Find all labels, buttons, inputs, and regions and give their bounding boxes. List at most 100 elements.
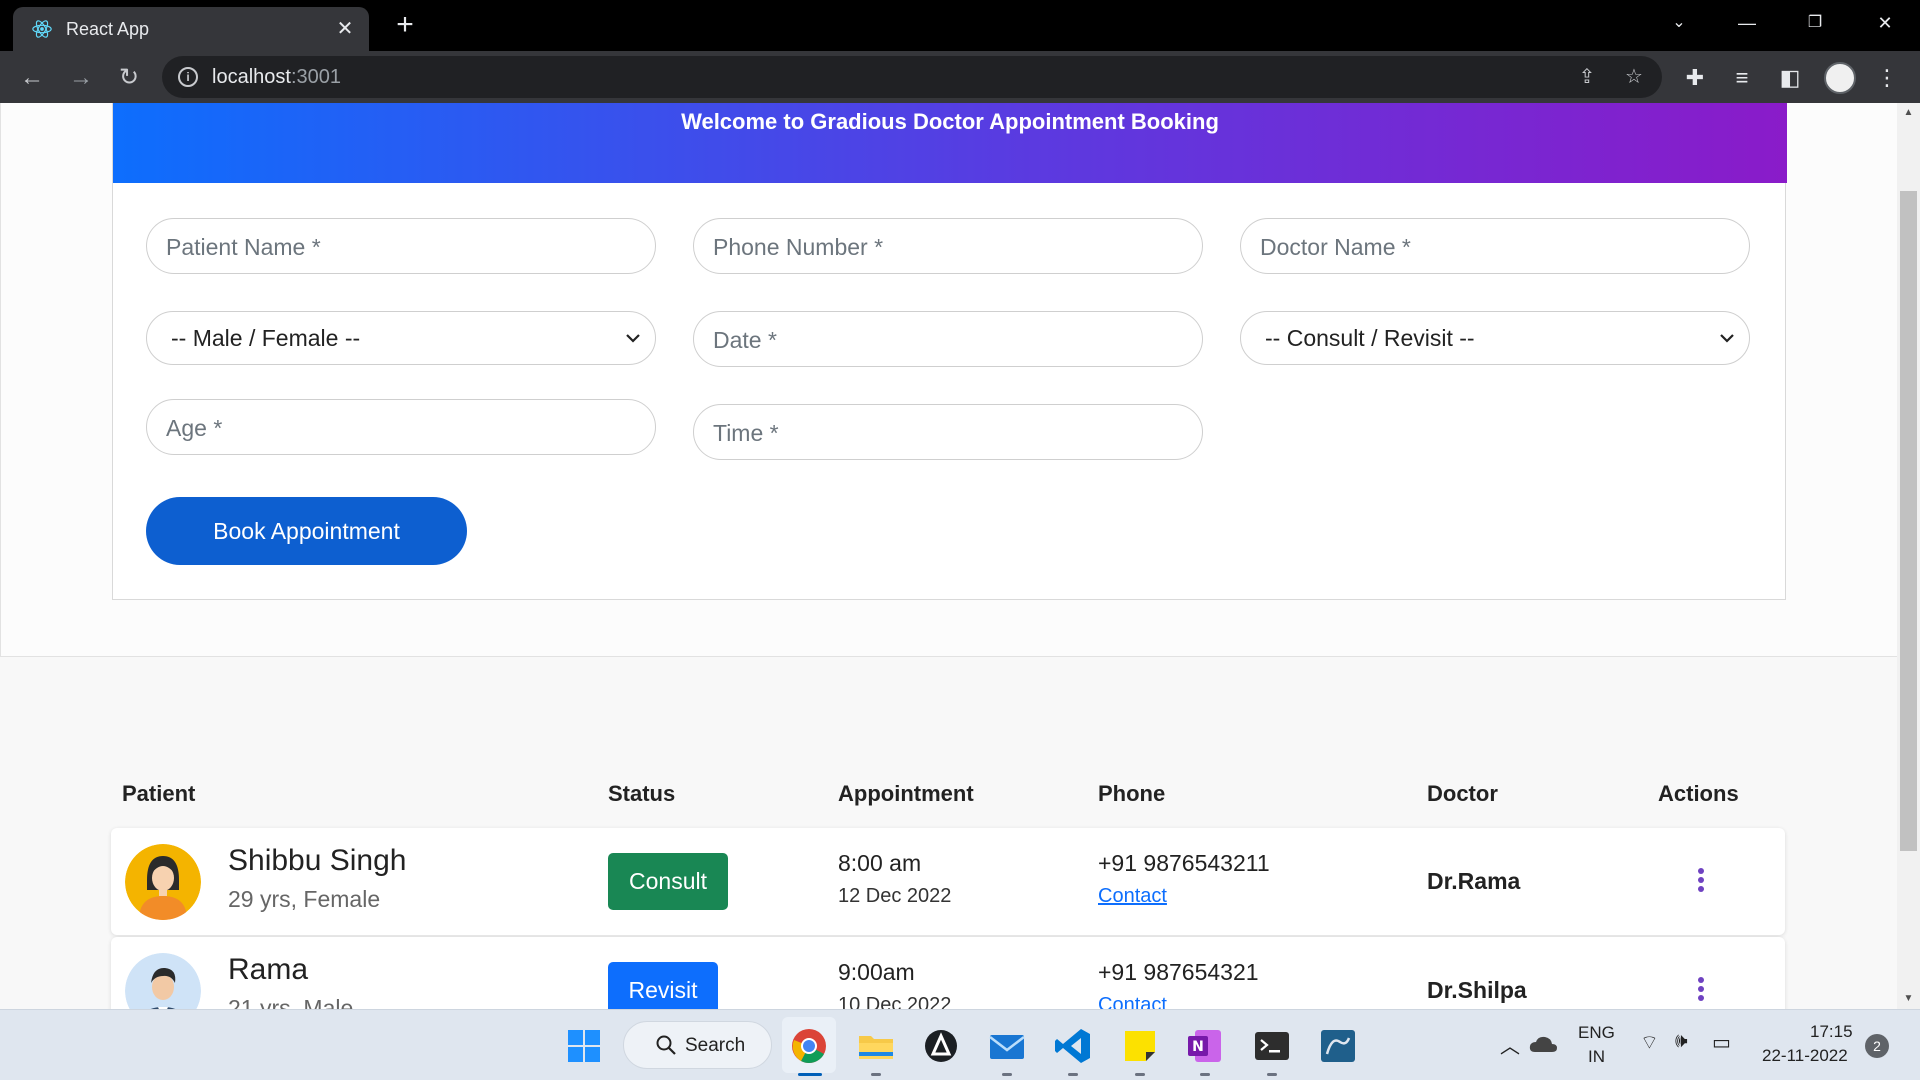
forward-icon[interactable]: →: [66, 63, 96, 93]
file-explorer-icon[interactable]: [856, 1026, 896, 1066]
appointment-time: 9:00am: [838, 959, 915, 985]
mysql-workbench-icon[interactable]: [1318, 1026, 1358, 1066]
tab-title: React App: [66, 19, 150, 39]
vertical-scrollbar[interactable]: ▲ ▼: [1897, 103, 1920, 1009]
phone-number: +91 987654321: [1098, 959, 1259, 985]
onenote-running-indicator: [1200, 1073, 1210, 1076]
header-status: Status: [608, 781, 676, 806]
gender-select[interactable]: -- Male / Female --: [146, 311, 656, 365]
status-button[interactable]: Consult: [608, 853, 728, 910]
header-patient: Patient: [122, 781, 196, 806]
tab-close-icon[interactable]: ✕: [333, 17, 357, 41]
date-input[interactable]: Date *: [693, 311, 1203, 367]
terminal-icon[interactable]: [1252, 1026, 1292, 1066]
welcome-banner: Welcome to Gradious Doctor Appointment B…: [113, 103, 1787, 183]
header-appointment: Appointment: [838, 781, 974, 806]
url-text: localhost:3001: [212, 66, 341, 88]
tray-overflow-chevron-icon[interactable]: ︿: [1500, 1030, 1520, 1059]
extensions-icon[interactable]: ✚: [1680, 63, 1710, 93]
header-doctor: Doctor: [1427, 781, 1498, 806]
header-phone: Phone: [1098, 781, 1166, 806]
terminal-running-indicator: [1267, 1073, 1277, 1076]
sticky-running-indicator: [1135, 1073, 1145, 1076]
visit-type-select[interactable]: -- Consult / Revisit --: [1240, 311, 1750, 365]
github-desktop-icon[interactable]: [921, 1026, 961, 1066]
patient-name: Rama: [228, 953, 309, 986]
minimize-icon[interactable]: —: [1730, 8, 1764, 38]
phone-number: +91 9876543211: [1098, 850, 1270, 876]
onedrive-cloud-icon[interactable]: [1527, 1028, 1559, 1060]
profile-avatar-icon[interactable]: [1824, 62, 1856, 94]
mail-icon[interactable]: [987, 1026, 1027, 1066]
mail-running-indicator: [1002, 1073, 1012, 1076]
table-row: Rama 21 yrs, Male Revisit 9:00am 10 Dec …: [111, 937, 1785, 1009]
vscode-running-indicator: [1068, 1073, 1078, 1076]
more-actions-icon[interactable]: [1695, 977, 1707, 1005]
page-title: Welcome to Gradious Doctor Appointment B…: [681, 109, 1219, 134]
site-info-icon[interactable]: i: [178, 67, 198, 87]
booking-card: Welcome to Gradious Doctor Appointment B…: [112, 103, 1787, 600]
clock-date[interactable]: 22-11-2022: [1762, 1046, 1848, 1066]
appointment-date: 10 Dec 2022: [838, 994, 952, 1009]
bookmark-star-icon[interactable]: ☆: [1621, 64, 1647, 90]
scroll-down-icon[interactable]: ▼: [1897, 989, 1920, 1009]
table-row: Shibbu Singh 29 yrs, Female Consult 8:00…: [111, 828, 1785, 935]
contact-link[interactable]: Contact: [1098, 994, 1167, 1009]
windows-start-icon[interactable]: [564, 1026, 604, 1066]
browser-tab-strip: React App ✕ + ⌄ — ❐ ✕: [0, 0, 1920, 51]
volume-icon[interactable]: 🕪: [1675, 1030, 1688, 1053]
back-icon[interactable]: ←: [17, 63, 47, 93]
contact-link[interactable]: Contact: [1098, 885, 1167, 908]
vscode-icon[interactable]: [1053, 1026, 1093, 1066]
patient-info: 29 yrs, Female: [228, 886, 381, 912]
header-actions: Actions: [1658, 781, 1739, 806]
side-panel-icon[interactable]: ◧: [1775, 63, 1805, 93]
scroll-up-icon[interactable]: ▲: [1897, 103, 1920, 123]
search-icon: [656, 1035, 676, 1055]
appointment-date: 12 Dec 2022: [838, 885, 952, 907]
windows-taskbar: Search N ︿ ENG IN ⌔ 🕪 ▭ 17:15 22-11-2022…: [0, 1009, 1920, 1080]
more-actions-icon[interactable]: [1695, 868, 1707, 896]
time-input[interactable]: Time *: [693, 404, 1203, 460]
age-input[interactable]: Age *: [146, 399, 656, 455]
share-icon[interactable]: ⇪: [1574, 64, 1600, 90]
reload-icon[interactable]: ↻: [114, 63, 144, 93]
sticky-notes-icon[interactable]: [1120, 1026, 1160, 1066]
browser-tab[interactable]: React App ✕: [13, 7, 369, 51]
appointment-time: 8:00 am: [838, 850, 922, 876]
patient-info: 21 yrs, Male: [228, 995, 354, 1009]
chevron-down-icon: [626, 334, 640, 343]
book-appointment-button[interactable]: Book Appointment: [146, 497, 467, 565]
new-tab-icon[interactable]: +: [390, 10, 420, 40]
status-button[interactable]: Revisit: [608, 962, 718, 1009]
chevron-down-icon: [1720, 334, 1734, 343]
media-control-icon[interactable]: ≡: [1727, 63, 1757, 93]
onenote-icon[interactable]: N: [1185, 1026, 1225, 1066]
chrome-running-indicator: [798, 1073, 822, 1076]
window-close-icon[interactable]: ✕: [1868, 8, 1902, 38]
patient-name-input[interactable]: Patient Name *: [146, 218, 656, 274]
avatar: [125, 953, 201, 1009]
taskbar-search[interactable]: Search: [623, 1021, 772, 1069]
browser-toolbar: ← → ↻ i localhost:3001 ⇪ ☆ ✚ ≡ ◧ ⋮: [0, 51, 1920, 103]
row-clip: Rama 21 yrs, Male Revisit 9:00am 10 Dec …: [0, 936, 1897, 1009]
phone-number-input[interactable]: Phone Number *: [693, 218, 1203, 274]
scroll-thumb[interactable]: [1900, 191, 1917, 851]
battery-icon[interactable]: ▭: [1712, 1030, 1731, 1055]
address-bar[interactable]: i localhost:3001 ⇪ ☆: [162, 56, 1662, 98]
chrome-menu-icon[interactable]: ⋮: [1872, 63, 1902, 93]
explorer-running-indicator: [871, 1073, 881, 1076]
clock-time[interactable]: 17:15: [1810, 1022, 1853, 1042]
restore-icon[interactable]: ❐: [1798, 8, 1832, 38]
react-icon: [32, 20, 52, 38]
avatar: [125, 844, 201, 920]
language-indicator-bottom[interactable]: IN: [1588, 1047, 1605, 1067]
doctor-name: Dr.Shilpa: [1427, 977, 1527, 1003]
chrome-icon[interactable]: [789, 1026, 829, 1066]
tab-search-chevron-icon[interactable]: ⌄: [1662, 8, 1696, 38]
notification-badge[interactable]: 2: [1865, 1034, 1889, 1058]
wifi-icon[interactable]: ⌔: [1640, 1030, 1659, 1055]
svg-text:N: N: [1192, 1039, 1204, 1055]
doctor-name-input[interactable]: Doctor Name *: [1240, 218, 1750, 274]
language-indicator-top[interactable]: ENG: [1578, 1023, 1615, 1043]
